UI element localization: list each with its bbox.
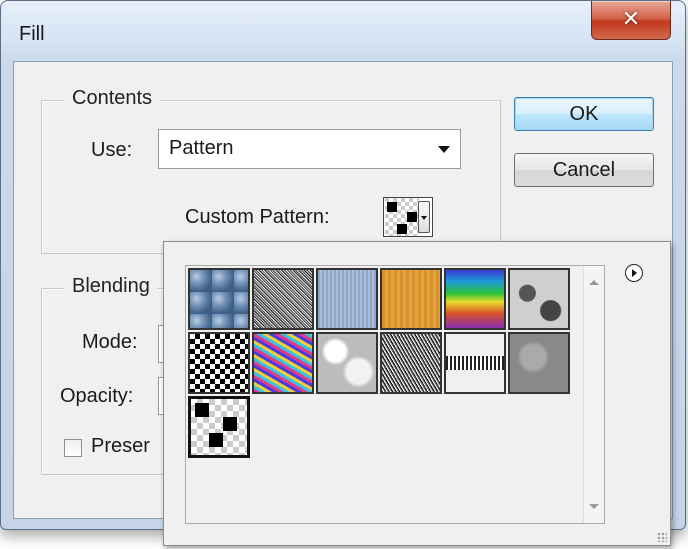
pattern-tile-gray-noise[interactable]	[380, 332, 442, 394]
pattern-tile-gray-stone[interactable]	[508, 268, 570, 330]
title-bar[interactable]: Fill ✕	[1, 1, 685, 61]
pattern-tile-blue-weave[interactable]	[316, 268, 378, 330]
close-icon: ✕	[621, 6, 641, 31]
preserve-transparency-label: Preser	[91, 435, 150, 457]
use-select-value: Pattern	[169, 137, 234, 159]
custom-pattern-label: Custom Pattern:	[185, 206, 330, 228]
pattern-tile-clouds[interactable]	[316, 332, 378, 394]
custom-pattern-preview-icon	[195, 403, 237, 447]
resize-grip[interactable]	[657, 532, 667, 542]
flyout-menu-icon[interactable]	[625, 264, 643, 282]
pattern-dropdown-button[interactable]	[418, 201, 430, 233]
contents-group: Contents Use: Pattern Custom Pattern:	[41, 87, 501, 254]
mode-label: Mode:	[82, 331, 138, 353]
pattern-swatch-icon	[385, 198, 419, 236]
window-title: Fill	[19, 23, 45, 45]
pattern-tile-checker-bw[interactable]	[188, 332, 250, 394]
scroll-up-icon[interactable]	[589, 280, 599, 285]
pattern-tile-colorful-confetti[interactable]	[252, 332, 314, 394]
close-button[interactable]: ✕	[591, 1, 671, 40]
opacity-label: Opacity:	[60, 385, 134, 407]
pattern-picker-popup	[163, 241, 671, 546]
use-label: Use:	[91, 139, 133, 161]
pattern-tile-custom-checker[interactable]	[188, 396, 250, 458]
pattern-tile-gray-granite[interactable]	[508, 332, 570, 394]
pattern-tile-orange-wood[interactable]	[380, 268, 442, 330]
pattern-scrollbar[interactable]	[583, 266, 604, 523]
scroll-down-icon[interactable]	[589, 504, 599, 509]
ok-button[interactable]: OK	[514, 97, 654, 131]
use-select[interactable]: Pattern	[158, 129, 461, 169]
pattern-tile-stripe-pattern[interactable]	[444, 332, 506, 394]
pattern-grid	[185, 265, 605, 524]
pattern-tile-rainbow-stripes[interactable]	[444, 268, 506, 330]
custom-pattern-swatch[interactable]	[383, 197, 433, 237]
pattern-tile-noise-gray[interactable]	[252, 268, 314, 330]
contents-legend: Contents	[64, 87, 161, 110]
blending-legend: Blending	[64, 275, 158, 298]
cancel-button[interactable]: Cancel	[514, 153, 654, 187]
chevron-down-icon	[438, 146, 450, 153]
pattern-tile-bubbles[interactable]	[188, 268, 250, 330]
preserve-transparency-checkbox[interactable]	[64, 439, 82, 457]
